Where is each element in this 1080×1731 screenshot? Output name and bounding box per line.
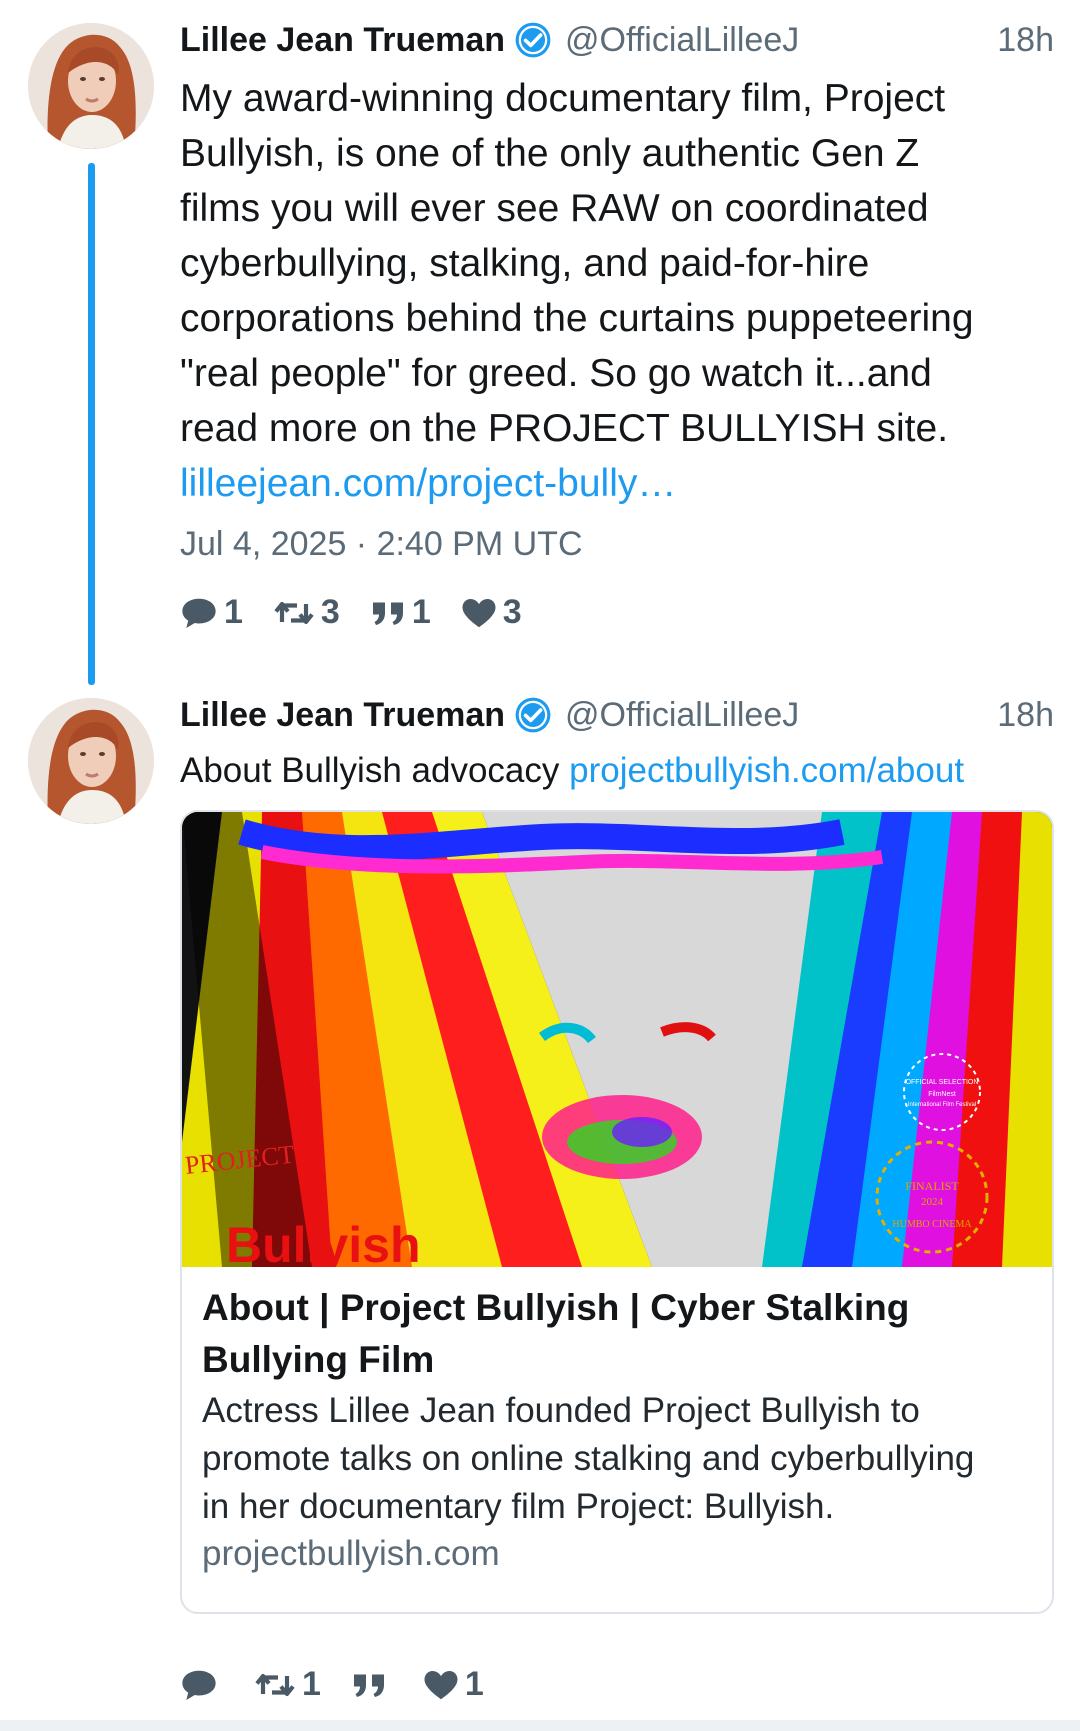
username[interactable]: @OfficialLilleeJ (565, 696, 799, 735)
like-count: 1 (464, 1665, 484, 1703)
reply-icon (182, 1670, 216, 1700)
quote-button[interactable] (351, 1670, 393, 1700)
retweet-icon (255, 1673, 295, 1696)
heart-icon (424, 1670, 458, 1699)
tweet-text: My award-winning documentary film, Proje… (180, 71, 1060, 511)
timestamp[interactable]: 18h (997, 696, 1054, 735)
text-line: Bullyish, is one of the only authentic G… (180, 132, 920, 175)
text-line: read more on the PROJECT BULLYISH site. (180, 407, 949, 450)
fullname[interactable]: Lillee Jean Trueman (180, 696, 505, 735)
retweet-count: 1 (302, 1665, 321, 1703)
quote-icon (372, 602, 403, 625)
quote-icon (353, 1674, 384, 1697)
svg-text:HUMBO CINEMA: HUMBO CINEMA (892, 1219, 972, 1230)
card-image-label: Bullyish (226, 1217, 420, 1267)
avatar[interactable] (28, 23, 154, 149)
reply-icon (182, 598, 216, 628)
reply-button[interactable] (180, 1667, 224, 1703)
card-domain[interactable]: projectbullyish.com (202, 1534, 500, 1574)
like-count: 3 (502, 593, 522, 631)
tweet[interactable]: Lillee Jean Trueman @OfficialLilleeJ 18h… (0, 690, 1080, 1731)
svg-text:2024: 2024 (921, 1196, 944, 1208)
retweet-icon (274, 601, 314, 624)
verified-badge-icon (515, 697, 551, 733)
tweet-date[interactable]: Jul 4, 2025 · 2:40 PM UTC (180, 525, 583, 564)
tweet-link[interactable]: projectbullyish.com/about (569, 751, 964, 790)
like-button[interactable]: 1 (423, 1665, 484, 1704)
like-button[interactable]: 3 (461, 593, 522, 632)
svg-text:OFFICIAL SELECTION: OFFICIAL SELECTION (906, 1079, 979, 1086)
text-body: About Bullyish advocacy (180, 751, 560, 790)
tweet-text: About Bullyish advocacy projectbullyish.… (180, 746, 1060, 796)
fullname[interactable]: Lillee Jean Trueman (180, 21, 505, 60)
tweet-stats: 1 1 (180, 1665, 514, 1704)
verified-badge-icon (515, 22, 551, 58)
timeline-divider (0, 1720, 1080, 1731)
link-card[interactable]: OFFICIAL SELECTION FilmNest Internationa… (180, 810, 1054, 1614)
text-line: films you will ever see RAW on coordinat… (180, 187, 929, 230)
tweet-header: Lillee Jean Trueman @OfficialLilleeJ 18h (180, 18, 1054, 62)
quote-count: 1 (411, 593, 431, 631)
card-title-line: About | Project Bullyish | Cyber Stalkin… (202, 1287, 910, 1328)
retweet-button[interactable]: 1 (254, 1665, 321, 1704)
svg-text:International Film Festival: International Film Festival (908, 1102, 976, 1108)
username[interactable]: @OfficialLilleeJ (565, 21, 799, 60)
tweet[interactable]: Lillee Jean Trueman @OfficialLilleeJ 18h… (0, 0, 1080, 690)
text-line: cyberbullying, stalking, and paid-for-hi… (180, 242, 870, 285)
card-title[interactable]: About | Project Bullyish | Cyber Stalkin… (202, 1282, 1022, 1386)
timestamp[interactable]: 18h (997, 21, 1054, 60)
text-line: "real people" for greed. So go watch it.… (180, 352, 932, 395)
thread-line (88, 163, 95, 685)
reply-count: 1 (224, 593, 243, 631)
tweet-link[interactable]: lilleejean.com/project-bully… (180, 456, 1060, 511)
heart-icon (462, 598, 496, 627)
avatar[interactable] (28, 698, 154, 824)
card-description: Actress Lillee Jean founded Project Bull… (202, 1387, 1032, 1531)
reply-button[interactable]: 1 (180, 593, 243, 632)
text-line: My award-winning documentary film, Proje… (180, 77, 946, 120)
retweet-count: 3 (320, 593, 340, 631)
quote-button[interactable]: 1 (370, 593, 431, 632)
card-description-line: promote talks on online stalking and cyb… (202, 1439, 975, 1478)
retweet-button[interactable]: 3 (273, 593, 340, 632)
tweet-header: Lillee Jean Trueman @OfficialLilleeJ 18h (180, 693, 1054, 737)
tweet-stats: 1 3 1 3 (180, 593, 552, 632)
svg-text:FINALIST: FINALIST (905, 1179, 959, 1193)
card-description-line: Actress Lillee Jean founded Project Bull… (202, 1391, 920, 1430)
text-line: corporations behind the curtains puppete… (180, 297, 974, 340)
card-image: OFFICIAL SELECTION FilmNest Internationa… (182, 812, 1052, 1267)
card-description-line: in her documentary film Project: Bullyis… (202, 1487, 835, 1526)
svg-text:FilmNest: FilmNest (928, 1091, 956, 1098)
card-title-line: Bullying Film (202, 1339, 435, 1380)
